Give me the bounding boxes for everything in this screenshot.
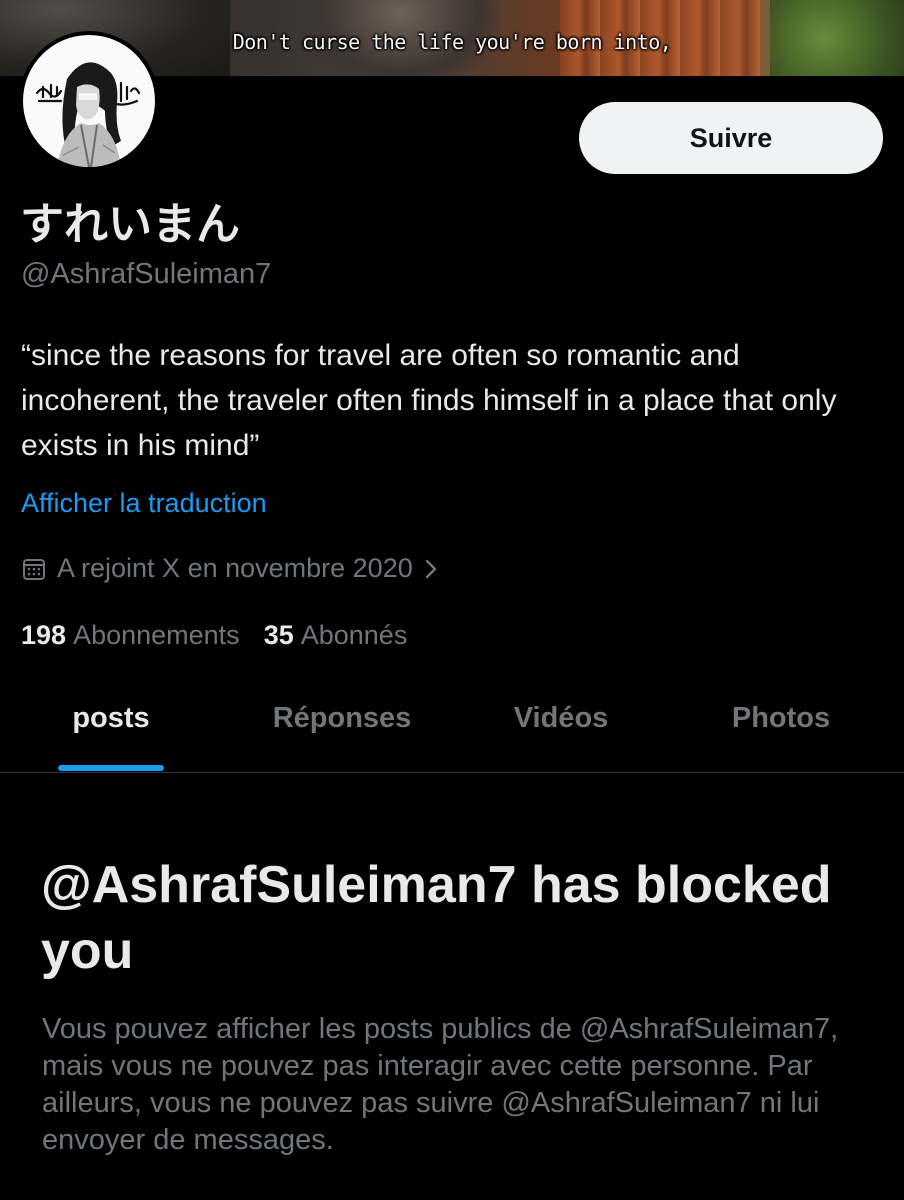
chevron-right-icon bbox=[423, 557, 439, 581]
follow-stats: 198 Abonnements 35 Abonnés bbox=[21, 620, 431, 651]
blocked-description: Vous pouvez afficher les posts publics d… bbox=[42, 1013, 839, 1156]
followers-count: 35 bbox=[263, 620, 294, 650]
joined-date-label: A rejoint X en novembre 2020 bbox=[57, 553, 413, 583]
display-name: すれいまん bbox=[20, 199, 240, 250]
blocked-title: @AshrafSuleiman7 has blocked you bbox=[41, 856, 832, 980]
following-count: 198 bbox=[21, 620, 67, 650]
follow-button[interactable]: Suivre bbox=[579, 102, 883, 174]
avatar[interactable] bbox=[19, 31, 159, 171]
profile-bio: “since the reasons for travel are often … bbox=[21, 339, 837, 462]
following-label: Abonnements bbox=[73, 620, 240, 650]
tab-photos[interactable]: Photos bbox=[710, 702, 852, 735]
active-tab-indicator bbox=[58, 765, 164, 771]
username-handle: @AshrafSuleiman7 bbox=[21, 258, 272, 290]
followers-label: Abonnés bbox=[300, 620, 408, 650]
following-stat[interactable]: 198 Abonnements bbox=[21, 620, 240, 651]
avatar-image bbox=[23, 35, 155, 167]
profile-tabs: posts Réponses Vidéos Photos bbox=[0, 690, 904, 773]
followers-stat[interactable]: 35 Abonnés bbox=[264, 620, 408, 651]
joined-date-row[interactable]: A rejoint X en novembre 2020 bbox=[21, 553, 439, 584]
tab-videos[interactable]: Vidéos bbox=[488, 702, 634, 735]
calendar-icon bbox=[21, 556, 47, 582]
tab-replies[interactable]: Réponses bbox=[250, 702, 434, 735]
show-translation-link[interactable]: Afficher la traduction bbox=[21, 488, 267, 519]
tab-posts[interactable]: posts bbox=[58, 702, 164, 735]
